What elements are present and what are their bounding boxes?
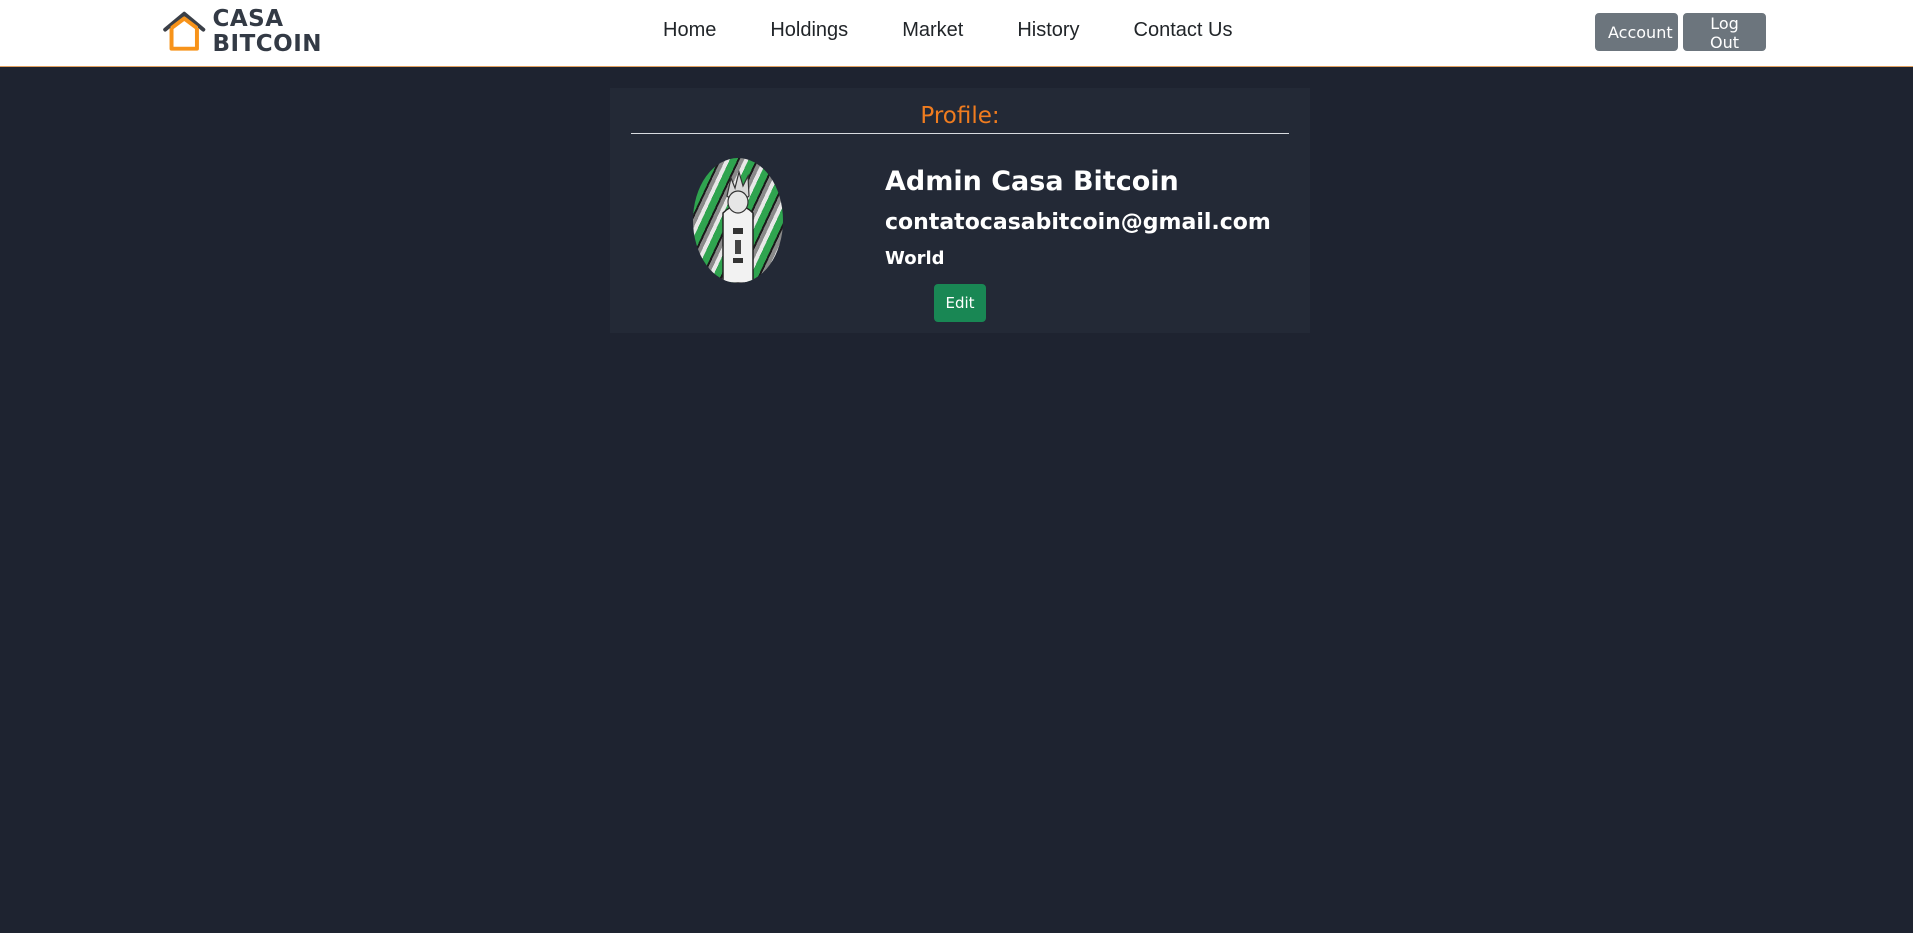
logout-button[interactable]: Log Out (1683, 13, 1766, 52)
nav-history[interactable]: History (1017, 18, 1079, 42)
profile-card: Profile: Admin Casa Bitcoin contatocasab… (610, 88, 1310, 333)
edit-profile-button[interactable]: Edit (934, 284, 986, 322)
nav-contact-us[interactable]: Contact Us (1134, 18, 1233, 42)
nav-holdings[interactable]: Holdings (770, 18, 848, 42)
brand-line-1: CASA (212, 6, 284, 32)
top-navbar: CASA BITCOIN Home Holdings Market Histor… (0, 0, 1913, 67)
brand-logo[interactable]: CASA BITCOIN (162, 5, 322, 59)
nav-home[interactable]: Home (663, 18, 716, 42)
brand-line-2: BITCOIN (212, 31, 322, 57)
profile-email: contatocasabitcoin@gmail.com (885, 210, 1271, 235)
main-nav: Home Holdings Market History Contact Us (663, 18, 1232, 42)
profile-location: World (885, 248, 945, 269)
profile-name: Admin Casa Bitcoin (885, 166, 1179, 197)
profile-avatar-icon (722, 169, 754, 283)
house-logo-icon (163, 11, 206, 51)
avatar (693, 158, 783, 283)
profile-divider (631, 133, 1289, 134)
account-button[interactable]: Account (1595, 13, 1678, 51)
brand-name: CASA BITCOIN (212, 7, 322, 57)
profile-title: Profile: (920, 103, 1000, 129)
nav-market[interactable]: Market (902, 18, 963, 42)
